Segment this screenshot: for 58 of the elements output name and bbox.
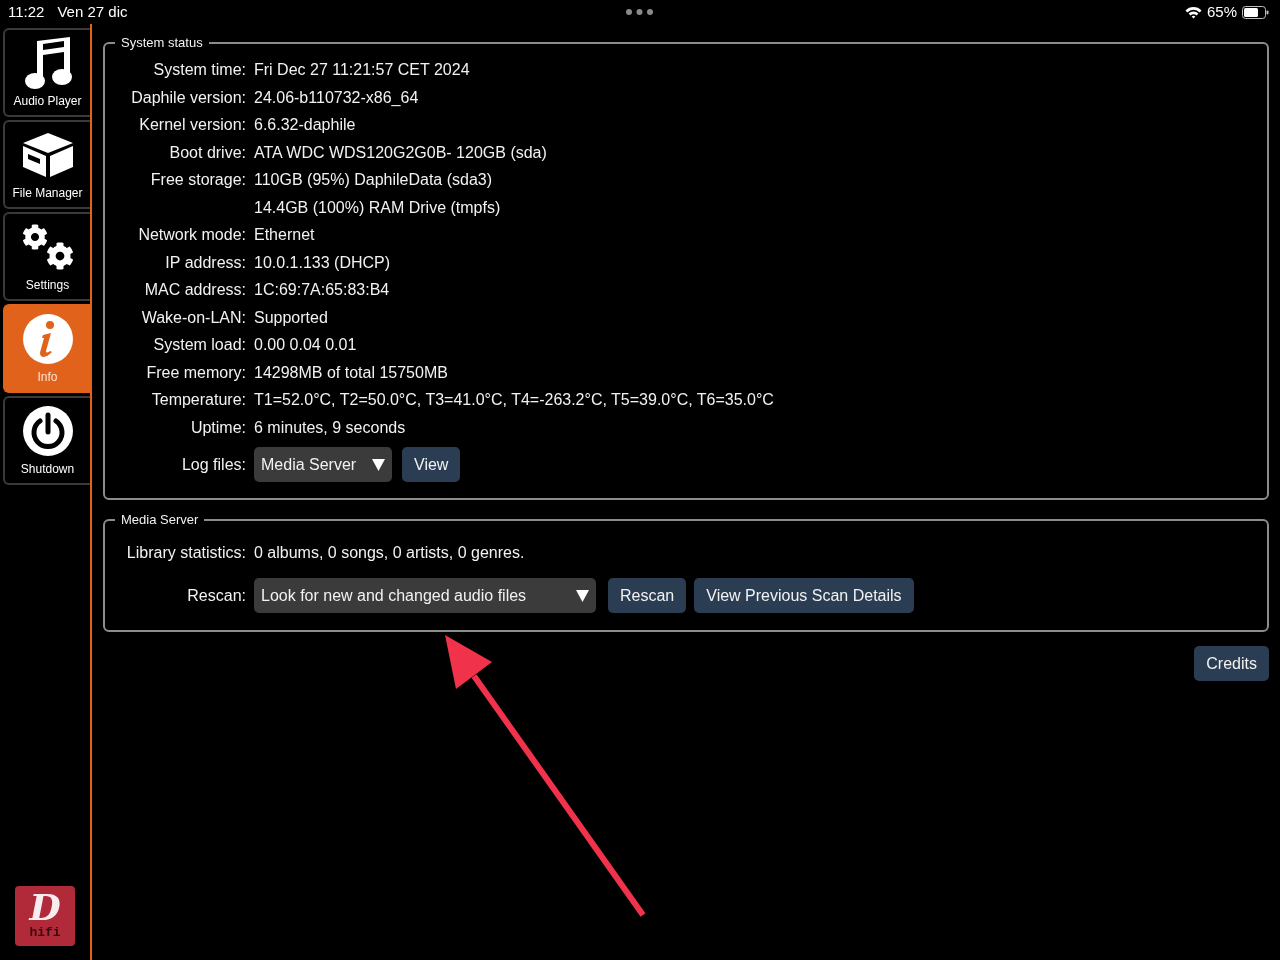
panel-legend: System status (115, 35, 209, 51)
field-label: Log files: (181, 454, 246, 475)
battery-icon (1242, 5, 1269, 19)
field-label: Wake-on-LAN: (141, 308, 246, 326)
rescan-button[interactable]: Rescan (608, 578, 687, 613)
wifi-icon (1184, 5, 1202, 19)
scan-details-button[interactable]: View Previous Scan Details (694, 578, 914, 613)
field-value: 6 minutes, 9 seconds (254, 418, 406, 436)
field-label: Kernel version: (139, 116, 246, 133)
field-value: Fri Dec 27 11:21:57 CET 2024 (254, 61, 470, 78)
logo-caption: hifi (29, 926, 61, 940)
field-value: Supported (254, 308, 328, 326)
field-value: 6.6.32-daphile (254, 116, 356, 133)
field-value: T1=52.0°C, T2=50.0°C, T3=41.0°C, T4=-263.2°C, T5=39.0°C, T6=35.0°C (254, 391, 774, 408)
field-label: Free memory: (146, 363, 246, 381)
field-label: Free storage: (150, 171, 246, 188)
field-label: System load: (153, 336, 246, 353)
field-value: 110GB (95%) DaphileData (sda3) (254, 171, 493, 188)
field-label: Boot drive: (169, 143, 246, 161)
status-time: 11:22 (8, 1, 45, 22)
field-label: Uptime: (190, 418, 246, 436)
sidebar-tab[interactable]: Settings (3, 212, 90, 301)
field-value: 14298MB of total 15750MB (254, 363, 448, 381)
sidebar-tab[interactable]: Shutdown (3, 396, 90, 485)
field-label: MAC address: (144, 281, 246, 298)
music-notes-icon (23, 37, 72, 89)
field-value: Ethernet (254, 226, 315, 243)
log-file-select[interactable]: Media Server (254, 447, 392, 482)
field-label: Rescan: (187, 585, 246, 606)
field-value: 14.4GB (100%) RAM Drive (tmpfs) (254, 198, 501, 216)
field-label: System time: (153, 61, 246, 78)
rescan-mode-select[interactable]: Look for new and changed audio files (254, 578, 596, 613)
field-value: 1C:69:7A:65:83:B4 (254, 281, 390, 298)
credits-button[interactable]: Credits (1194, 646, 1269, 681)
power-icon (22, 406, 73, 456)
field-value: 0 albums, 0 songs, 0 artists, 0 genres. (254, 544, 525, 561)
more-dots-icon (626, 9, 654, 15)
gears-icon (21, 224, 74, 270)
panel-legend: Media Server (115, 512, 205, 528)
field-value: ATA WDC WDS120G2G0B- 120GB (sda) (254, 143, 547, 161)
field-label: IP address: (165, 253, 246, 271)
logo-letter: D (29, 888, 61, 926)
field-label: Temperature: (151, 391, 246, 408)
field-label: Daphile version: (131, 88, 246, 106)
status-date: Ven 27 dic (57, 1, 128, 22)
field-value: 24.06-b110732-x86_64 (254, 88, 419, 106)
box-icon (21, 132, 74, 178)
dropdown-caret-icon (372, 458, 385, 471)
field-label: Network mode: (138, 226, 246, 243)
sidebar-tab[interactable]: File Manager (3, 120, 90, 209)
view-button[interactable]: View (402, 447, 461, 482)
info-icon (22, 314, 73, 364)
field-value: 0.00 0.04 0.01 (254, 336, 357, 353)
dropdown-caret-icon (576, 589, 589, 602)
field-value: 10.0.1.133 (DHCP) (254, 253, 391, 271)
battery-percent: 65% (1206, 1, 1237, 22)
sidebar-tab[interactable]: Audio Player (3, 28, 90, 117)
field-label: Library statistics: (126, 544, 246, 561)
